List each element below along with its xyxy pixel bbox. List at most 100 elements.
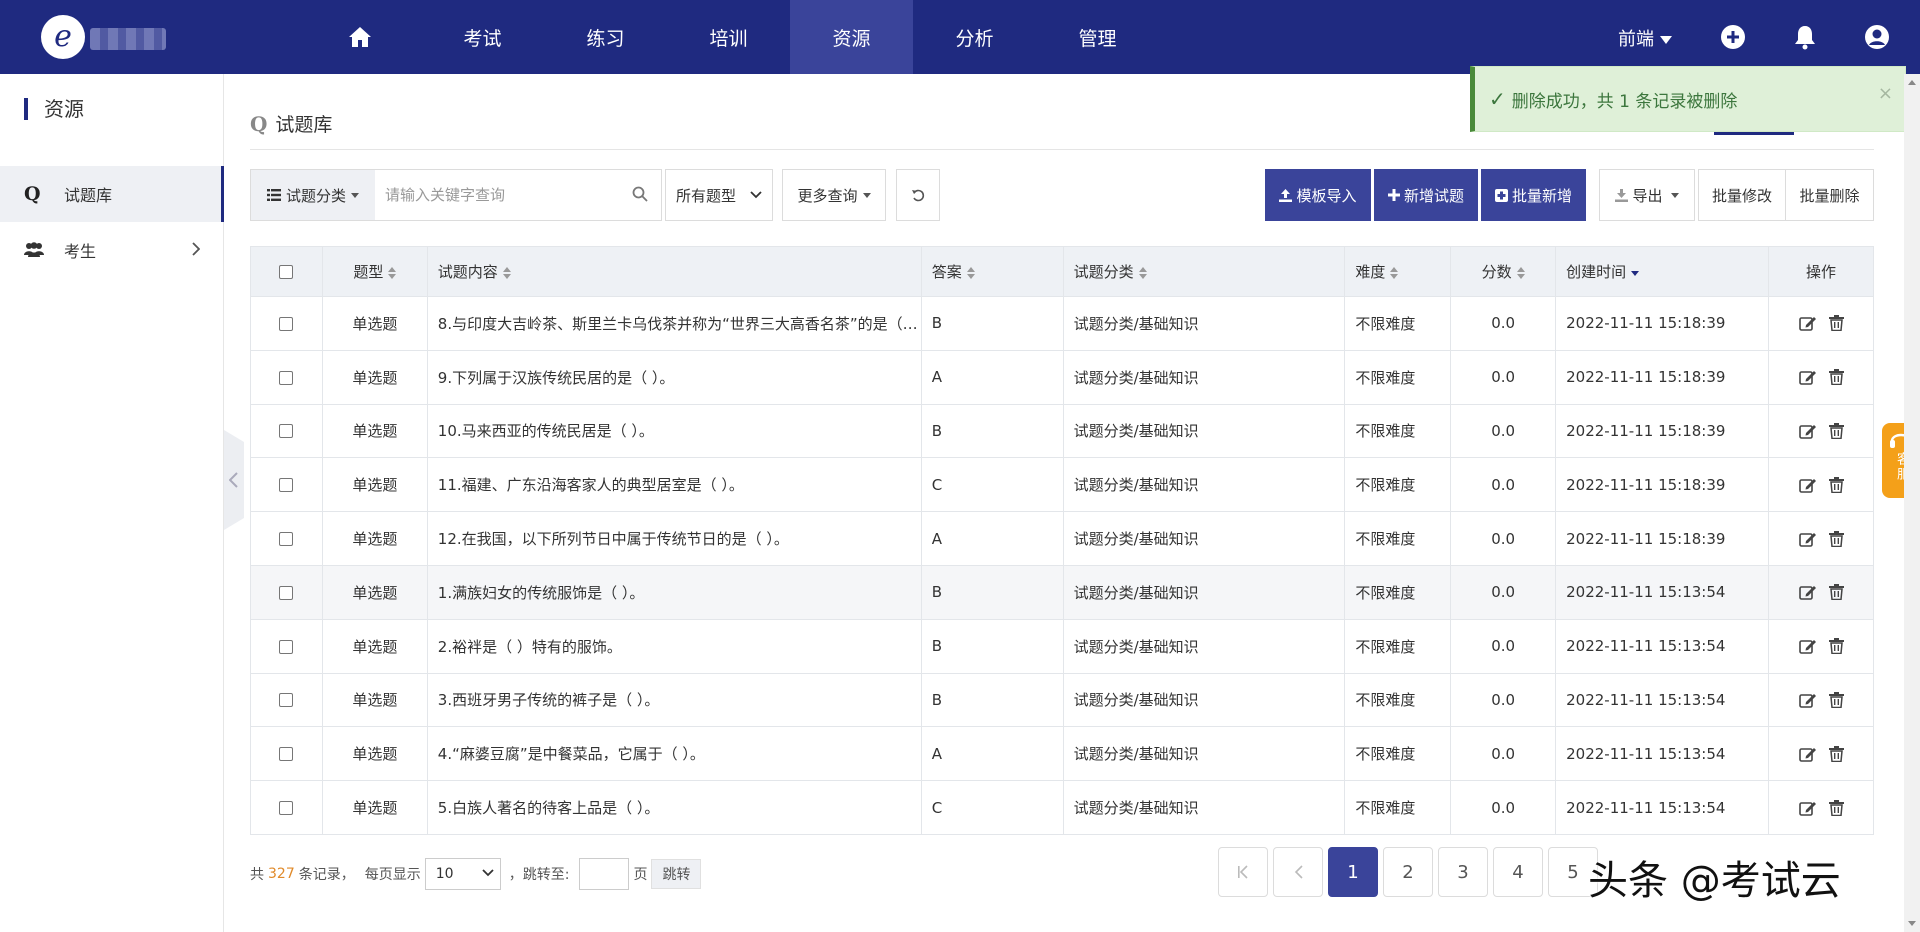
trash-icon[interactable] [1828, 530, 1844, 547]
header-score[interactable]: 分数 [1450, 246, 1557, 297]
page-button-2[interactable]: 2 [1383, 847, 1433, 897]
template-import-button[interactable]: 模板导入 [1265, 169, 1371, 221]
trash-icon[interactable] [1828, 369, 1844, 386]
nav-training[interactable]: 培训 [667, 0, 790, 74]
row-checkbox[interactable] [279, 585, 294, 600]
cell-content[interactable]: 1.满族妇女的传统服饰是（ ）。 [426, 564, 922, 620]
header-content[interactable]: 试题内容 [426, 246, 922, 297]
edit-icon[interactable] [1798, 477, 1817, 493]
upload-icon [1279, 188, 1293, 202]
row-checkbox[interactable] [279, 639, 294, 654]
dept-dropdown[interactable]: 前端 [1618, 25, 1688, 51]
row-checkbox[interactable] [279, 478, 294, 493]
header-difficulty-label: 难度 [1355, 263, 1386, 281]
edit-icon[interactable] [1798, 315, 1817, 332]
header-type[interactable]: 题型 [321, 246, 428, 297]
export-button[interactable]: 导出 [1599, 169, 1695, 221]
trash-icon[interactable] [1828, 691, 1844, 708]
add-circle-icon[interactable] [1720, 24, 1746, 50]
cell-content[interactable]: 5.白族人著名的待客上品是（ ）。 [426, 780, 922, 835]
page-button-4[interactable]: 4 [1493, 847, 1543, 897]
scroll-up-icon[interactable] [1908, 80, 1916, 85]
row-checkbox[interactable] [279, 370, 294, 385]
category-filter-button[interactable]: 试题分类 [250, 169, 376, 221]
row-checkbox[interactable] [279, 747, 294, 762]
trash-icon[interactable] [1828, 584, 1844, 601]
edit-icon[interactable] [1798, 584, 1817, 601]
row-checkbox[interactable] [279, 424, 294, 439]
nav-home[interactable] [298, 0, 421, 74]
batch-delete-button[interactable]: 批量删除 [1785, 169, 1874, 221]
svg-text:e: e [54, 19, 72, 54]
edit-icon[interactable] [1798, 423, 1817, 439]
row-checkbox[interactable] [279, 801, 294, 816]
search-icon[interactable] [632, 186, 648, 202]
cell-score: 0.0 [1450, 349, 1557, 405]
jump-page-input[interactable] [579, 858, 630, 890]
sidebar-item-examinees[interactable]: 考生 [0, 222, 224, 278]
table-row: 单选题 9.下列属于汉族传统民居的是（ ）。 A 试题分类/基础知识 不限难度 0.0 20… [250, 349, 1874, 405]
prev-page-button[interactable] [1273, 847, 1323, 897]
edit-icon[interactable] [1798, 692, 1817, 708]
select-all-checkbox[interactable] [279, 265, 294, 279]
search-input[interactable] [375, 169, 662, 221]
header-category[interactable]: 试题分类 [1062, 246, 1346, 297]
batch-add-button[interactable]: 批量新增 [1481, 169, 1586, 221]
table-header-row: 题型 试题内容 答案 试题分类 难度 分数 创建时间 操作 [250, 246, 1874, 297]
nav-exam[interactable]: 考试 [421, 0, 544, 74]
row-checkbox[interactable] [279, 316, 294, 331]
trash-icon[interactable] [1828, 315, 1844, 332]
refresh-button[interactable] [896, 169, 940, 221]
nav-practice[interactable]: 练习 [544, 0, 667, 74]
edit-icon[interactable] [1798, 746, 1817, 762]
page-button-1[interactable]: 1 [1328, 847, 1378, 897]
vertical-scrollbar[interactable] [1904, 74, 1920, 932]
trash-icon[interactable] [1828, 422, 1844, 439]
toast-close-icon[interactable]: × [1878, 83, 1893, 104]
edit-icon[interactable] [1798, 369, 1817, 385]
edit-icon[interactable] [1798, 531, 1817, 547]
jump-button[interactable]: 跳转 [651, 859, 702, 889]
trash-icon[interactable] [1828, 638, 1844, 655]
trash-icon[interactable] [1828, 476, 1844, 493]
per-page-select[interactable]: 10 [424, 858, 501, 890]
caret-down-icon [862, 192, 871, 198]
trash-icon[interactable] [1828, 799, 1844, 816]
edit-icon[interactable] [1798, 800, 1817, 816]
first-page-button[interactable] [1218, 847, 1268, 897]
nav-analysis[interactable]: 分析 [913, 0, 1036, 74]
cell-content[interactable]: 11.福建、广东沿海客家人的典型居室是（ ）。 [426, 457, 922, 513]
table-row: 单选题 11.福建、广东沿海客家人的典型居室是（ ）。 C 试题分类/基础知识 不限难度… [250, 457, 1874, 513]
more-query-button[interactable]: 更多查询 [782, 169, 886, 221]
logo-icon[interactable]: e [38, 12, 88, 62]
edit-icon[interactable] [1798, 638, 1817, 654]
watermark: 头条 @考试云 [1588, 858, 1841, 904]
cell-content[interactable]: 4.“麻婆豆腐”是中餐菜品，它属于（ ）。 [426, 726, 922, 782]
cell-content[interactable]: 8.与印度大吉岭茶、斯里兰卡乌伐茶并称为“世界三大高香名茶”的是（ ）。 [426, 296, 922, 351]
bell-icon[interactable] [1792, 24, 1818, 50]
trash-icon[interactable] [1828, 745, 1844, 762]
logo-text-blurred [90, 28, 166, 50]
cell-content[interactable]: 3.西班牙男子传统的裤子是（ ）。 [426, 672, 922, 728]
cell-answer: B [920, 296, 1064, 351]
sidebar-item-label: 考生 [64, 242, 97, 261]
row-checkbox[interactable] [279, 532, 294, 547]
sidebar-item-question-bank[interactable]: Q 试题库 [0, 166, 224, 222]
add-question-button[interactable]: 新增试题 [1374, 169, 1478, 221]
cell-content[interactable]: 9.下列属于汉族传统民居的是（ ）。 [426, 349, 922, 405]
nav-resources[interactable]: 资源 [790, 0, 913, 74]
cell-content[interactable]: 2.裕袢是（ ）特有的服饰。 [426, 618, 922, 674]
row-checkbox[interactable] [279, 693, 294, 708]
cell-type: 单选题 [321, 726, 428, 782]
scroll-down-icon[interactable] [1908, 921, 1916, 926]
header-answer[interactable]: 答案 [920, 246, 1064, 297]
header-difficulty[interactable]: 难度 [1344, 246, 1452, 297]
batch-edit-button[interactable]: 批量修改 [1698, 169, 1786, 221]
cell-content[interactable]: 10.马来西亚的传统民居是（ ）。 [426, 403, 922, 459]
user-avatar-icon[interactable] [1864, 24, 1890, 50]
page-button-3[interactable]: 3 [1438, 847, 1488, 897]
nav-manage[interactable]: 管理 [1036, 0, 1159, 74]
question-type-select[interactable]: 所有题型 [665, 169, 773, 221]
cell-content[interactable]: 12.在我国，以下所列节日中属于传统节日的是（ ）。 [426, 511, 922, 566]
header-created[interactable]: 创建时间 [1555, 246, 1770, 297]
